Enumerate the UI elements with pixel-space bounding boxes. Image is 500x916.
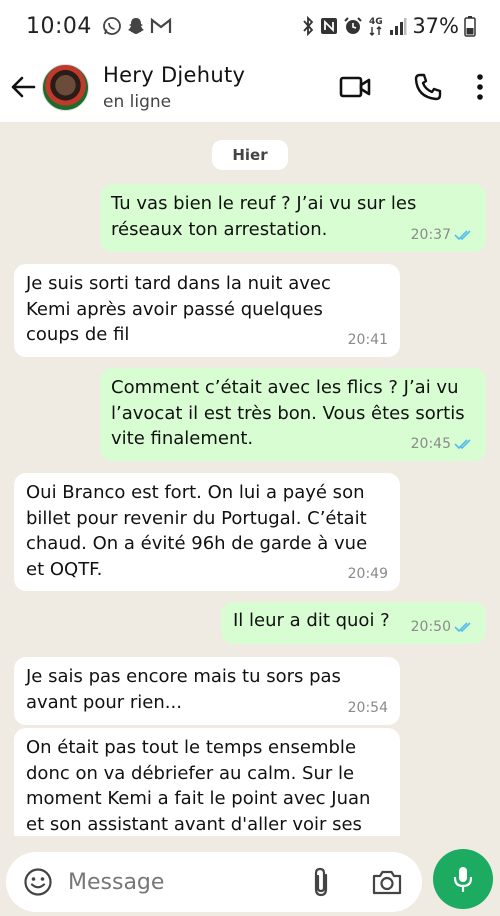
- contact-status: en ligne: [103, 91, 172, 112]
- status-bar: 10:04 4G 37%: [0, 0, 500, 52]
- alarm-icon: [343, 16, 363, 36]
- more-options-button[interactable]: [470, 67, 490, 107]
- message-meta: 20:41: [348, 328, 388, 354]
- battery-icon: [464, 15, 476, 37]
- svg-text:4G: 4G: [369, 17, 383, 27]
- attach-icon: [314, 867, 328, 897]
- message-time: 20:49: [347, 565, 388, 582]
- snapchat-notification-icon: [126, 16, 146, 36]
- attach-button[interactable]: [306, 865, 336, 899]
- signal-icon: [389, 16, 407, 36]
- gmail-notification-icon: [150, 17, 172, 35]
- back-arrow-icon: [11, 76, 36, 98]
- contact-name: Hery Djehuty: [103, 62, 246, 87]
- video-call-button[interactable]: [335, 67, 375, 107]
- more-options-icon: [477, 74, 483, 100]
- mic-icon: [453, 867, 473, 893]
- message-text: Oui Branco est fort. On lui a payé son b…: [26, 482, 368, 580]
- video-call-icon: [339, 76, 371, 98]
- chat-area[interactable]: Hier Tu vas bien le reuf ? J’ai vu sur l…: [0, 122, 500, 836]
- double-check-icon: [454, 621, 474, 633]
- message-bubble[interactable]: Tu vas bien le reuf ? J’ai vu sur les ré…: [100, 184, 486, 252]
- message-bubble[interactable]: On était pas tout le temps ensemble donc…: [14, 728, 400, 836]
- battery-percentage: 37%: [412, 14, 459, 38]
- whatsapp-notification-icon: [102, 16, 122, 36]
- message-time: 20:37: [410, 226, 451, 243]
- back-button[interactable]: [2, 66, 44, 108]
- double-check-icon: [454, 229, 474, 241]
- composer-bar: [0, 836, 500, 916]
- nfc-icon: [320, 17, 338, 35]
- status-right: 4G 37%: [301, 14, 476, 38]
- camera-button[interactable]: [370, 865, 404, 899]
- voice-call-button[interactable]: [408, 67, 448, 107]
- status-left: 10:04: [26, 14, 172, 39]
- message-meta: 20:37: [411, 223, 474, 249]
- double-check-icon: [454, 438, 474, 450]
- emoji-button[interactable]: [21, 865, 55, 899]
- message-input[interactable]: [68, 862, 288, 902]
- message-time: 20:50: [410, 618, 451, 635]
- message-meta: 20:45: [411, 432, 474, 458]
- message-bubble[interactable]: Il leur a dit quoi ? 20:50: [221, 602, 486, 644]
- camera-icon: [372, 870, 402, 895]
- message-bubble[interactable]: Je suis sorti tard dans la nuit avec Kem…: [14, 264, 400, 357]
- date-chip: Hier: [212, 140, 288, 170]
- phone-icon: [414, 73, 442, 101]
- message-bubble[interactable]: Comment c’était avec les flics ? J’ai vu…: [100, 368, 486, 461]
- message-text: Je sais pas encore mais tu sors pas avan…: [26, 666, 341, 713]
- header-actions: [335, 67, 500, 107]
- message-time: 20:41: [347, 331, 388, 348]
- emoji-icon: [24, 868, 52, 896]
- status-time: 10:04: [26, 13, 92, 39]
- message-input-container: [6, 852, 422, 912]
- bluetooth-icon: [301, 16, 315, 36]
- message-time: 20:45: [410, 435, 451, 452]
- chat-header: Hery Djehuty en ligne: [0, 52, 500, 122]
- message-text: On était pas tout le temps ensemble donc…: [26, 737, 371, 835]
- message-time: 20:54: [347, 699, 388, 716]
- message-meta: 20:54: [348, 696, 388, 722]
- network-4g-icon: 4G: [368, 15, 384, 37]
- notification-icons: [102, 16, 172, 36]
- message-meta: 20:49: [348, 562, 388, 588]
- voice-message-button[interactable]: [433, 849, 493, 909]
- contact-info[interactable]: Hery Djehuty en ligne: [103, 63, 245, 112]
- message-text: Je suis sorti tard dans la nuit avec Kem…: [26, 273, 331, 345]
- message-meta: 20:50: [411, 615, 474, 641]
- message-bubble[interactable]: Oui Branco est fort. On lui a payé son b…: [14, 473, 400, 591]
- message-bubble[interactable]: Je sais pas encore mais tu sors pas avan…: [14, 657, 400, 725]
- contact-avatar[interactable]: [42, 63, 89, 111]
